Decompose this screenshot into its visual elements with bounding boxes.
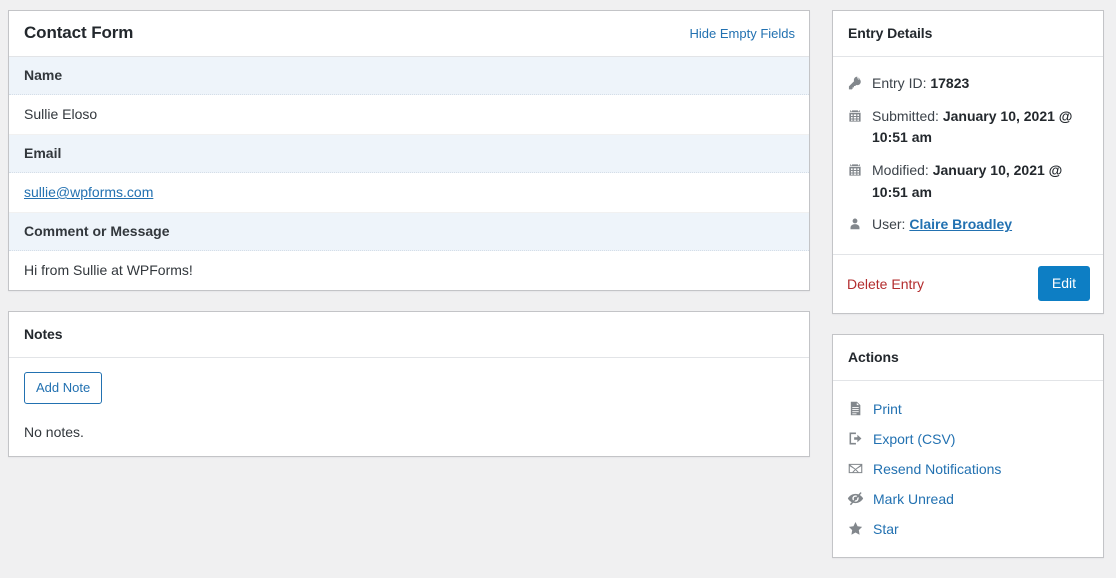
entry-details-header: Entry Details bbox=[833, 11, 1103, 57]
field-value: Hi from Sullie at WPForms! bbox=[9, 251, 809, 290]
action-item-star[interactable]: Star bbox=[847, 514, 1089, 544]
envelope-icon bbox=[847, 460, 864, 477]
entry-details-footer: Delete Entry Edit bbox=[833, 254, 1103, 313]
action-label[interactable]: Mark Unread bbox=[873, 491, 954, 507]
action-label[interactable]: Print bbox=[873, 401, 902, 417]
entry-meta-value: 17823 bbox=[930, 75, 970, 91]
notes-panel: Notes Add Note No notes. bbox=[8, 311, 810, 457]
export-icon bbox=[847, 430, 864, 447]
sidebar-column: Entry Details Entry ID: 17823 Submitted:… bbox=[832, 10, 1104, 578]
action-label[interactable]: Star bbox=[873, 521, 899, 537]
action-item-print[interactable]: Print bbox=[847, 394, 1089, 424]
entry-meta-label: Submitted: bbox=[872, 107, 939, 124]
action-label[interactable]: Resend Notifications bbox=[873, 461, 1001, 477]
action-item-mark-unread[interactable]: Mark Unread bbox=[847, 484, 1089, 514]
entry-details-list: Entry ID: 17823 Submitted: January 10, 2… bbox=[833, 57, 1103, 254]
action-label[interactable]: Export (CSV) bbox=[873, 431, 955, 447]
main-column: Contact Form Hide Empty Fields Name Sull… bbox=[8, 10, 810, 477]
entry-form-panel: Contact Form Hide Empty Fields Name Sull… bbox=[8, 10, 810, 291]
actions-panel: Actions Print Export (CSV) Resend Notifi… bbox=[832, 334, 1104, 559]
actions-list: Print Export (CSV) Resend Notifications bbox=[833, 381, 1103, 557]
notes-empty-text: No notes. bbox=[24, 424, 84, 440]
entry-field-row: Comment or Message Hi from Sullie at WPF… bbox=[9, 213, 809, 290]
user-icon bbox=[847, 216, 863, 232]
action-item-resend-notifications[interactable]: Resend Notifications bbox=[847, 454, 1089, 484]
document-icon bbox=[847, 400, 864, 417]
calendar-icon bbox=[847, 162, 863, 178]
action-item-export-csv[interactable]: Export (CSV) bbox=[847, 424, 1089, 454]
entry-fields-list: Name Sullie Eloso Email sullie@wpforms.c… bbox=[9, 57, 809, 290]
entry-meta-row: Entry ID: 17823 bbox=[847, 68, 1089, 101]
add-note-button[interactable]: Add Note bbox=[24, 372, 103, 404]
entry-meta-label: Entry ID: bbox=[872, 75, 927, 91]
field-value: Sullie Eloso bbox=[9, 95, 809, 135]
entry-detail-page: Contact Form Hide Empty Fields Name Sull… bbox=[0, 0, 1116, 578]
entry-form-header: Contact Form Hide Empty Fields bbox=[9, 11, 809, 57]
notes-title: Notes bbox=[24, 326, 63, 343]
calendar-icon bbox=[847, 108, 863, 124]
entry-meta-text: Modified: January 10, 2021 @ 10:51 am bbox=[872, 160, 1089, 203]
entry-meta-text: User: Claire Broadley bbox=[872, 214, 1089, 236]
entry-details-title: Entry Details bbox=[848, 25, 933, 42]
entry-meta-label: Modified: bbox=[872, 162, 929, 179]
actions-header: Actions bbox=[833, 335, 1103, 382]
star-icon bbox=[847, 520, 864, 537]
notes-body: Add Note No notes. bbox=[9, 358, 809, 456]
field-value: sullie@wpforms.com bbox=[9, 173, 809, 213]
key-icon bbox=[847, 75, 863, 91]
delete-entry-link[interactable]: Delete Entry bbox=[847, 276, 924, 292]
entry-field-row: Name Sullie Eloso bbox=[9, 57, 809, 135]
field-label: Comment or Message bbox=[9, 213, 809, 251]
eye-slash-icon bbox=[847, 490, 864, 507]
entry-details-panel: Entry Details Entry ID: 17823 Submitted:… bbox=[832, 10, 1104, 315]
entry-meta-label: User: bbox=[872, 216, 906, 233]
entry-field-row: Email sullie@wpforms.com bbox=[9, 135, 809, 213]
email-link[interactable]: sullie@wpforms.com bbox=[24, 184, 153, 200]
hide-empty-fields-link[interactable]: Hide Empty Fields bbox=[690, 26, 795, 41]
entry-meta-text: Submitted: January 10, 2021 @ 10:51 am bbox=[872, 106, 1089, 149]
field-label: Name bbox=[9, 57, 809, 95]
entry-meta-row: Submitted: January 10, 2021 @ 10:51 am bbox=[847, 101, 1089, 155]
actions-title: Actions bbox=[848, 349, 899, 366]
entry-meta-row: Modified: January 10, 2021 @ 10:51 am bbox=[847, 155, 1089, 209]
user-link[interactable]: Claire Broadley bbox=[909, 216, 1012, 232]
field-label: Email bbox=[9, 135, 809, 173]
edit-button[interactable]: Edit bbox=[1037, 266, 1090, 302]
entry-meta-row: User: Claire Broadley bbox=[847, 209, 1089, 242]
notes-header: Notes bbox=[9, 312, 809, 358]
entry-meta-text: Entry ID: 17823 bbox=[872, 73, 1089, 95]
page-title: Contact Form bbox=[24, 23, 134, 43]
